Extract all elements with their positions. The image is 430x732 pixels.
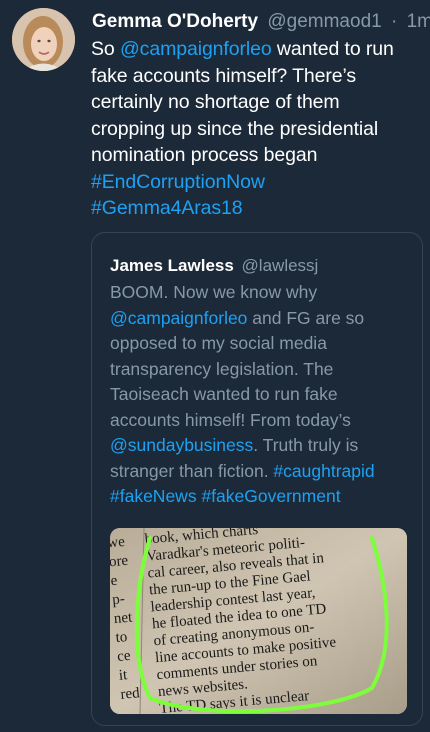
quote-text-line: transparency legislation. The [110, 357, 415, 383]
tweet-text-segment: cropping up since the presidential [91, 117, 379, 140]
quoted-tweet-header: James Lawless @lawlessj [110, 256, 318, 276]
tweet-text-line: cropping up since the presidential [91, 116, 421, 143]
quote-text-line: BOOM. Now we know why [110, 280, 415, 306]
tweet-text-line: nomination process began [91, 142, 421, 169]
quote-text-segment: opposed to my social media [110, 333, 327, 353]
newspaper-clipping-image[interactable]: we ore e p-net to ce it red book, which charts V… [110, 528, 407, 714]
quote-text-line: @sundaybusiness. Truth truly is [110, 433, 415, 459]
quote-text-segment: . Truth truly is [253, 435, 359, 455]
clipping-left-text: we [110, 534, 126, 551]
hashtag-link[interactable]: #Gemma4Aras18 [91, 197, 243, 219]
avatar[interactable] [12, 8, 75, 71]
tweet-text-segment: So [91, 38, 120, 60]
tweet-text-line: #EndCorruptionNow [91, 169, 421, 196]
quoted-user-handle[interactable]: @lawlessj [242, 256, 319, 275]
mention-link[interactable]: @sundaybusiness [110, 435, 253, 455]
clipping-left-text: ore [110, 553, 129, 571]
quote-text-line: @campaignforleo and FG are so [110, 306, 415, 332]
quote-text-line: #fakeNews #fakeGovernment [110, 484, 415, 510]
hashtag-link[interactable]: #fakeGovernment [201, 486, 340, 506]
hashtag-link[interactable]: #fakeNews [110, 486, 197, 506]
clipping-left-text: p- [112, 591, 126, 608]
clipping-left-text: ce [117, 648, 132, 665]
clipping-left-text: red [120, 685, 141, 703]
tweet-text-line: certainly no shortage of them [91, 89, 421, 116]
timestamp[interactable]: 1m [407, 11, 430, 32]
tweet-text-line: #Gemma4Aras18 [91, 195, 421, 222]
tweet-text-segment: fake accounts himself? There’s [91, 64, 357, 87]
clipping-left-text: net [113, 610, 133, 628]
quote-text-line: accounts himself! From today’s [110, 408, 415, 434]
hashtag-link[interactable]: #caughtrapid [273, 461, 374, 481]
quote-text-line: stranger than fiction. #caughtrapid [110, 459, 415, 485]
tweet-text-segment: certainly no shortage of them [91, 91, 340, 113]
tweet-text-segment: nomination process began [91, 144, 318, 166]
tweet-text: So @campaignforleo wanted to run fake acc… [91, 36, 421, 222]
quote-text-line: Taoiseach wanted to run fake [110, 382, 415, 408]
mention-link[interactable]: @campaignforleo [110, 308, 247, 328]
newspaper-clipping: weoreep-nettoceitred book, which chartsV… [110, 528, 407, 714]
tweet-text-line: So @campaignforleo wanted to run [91, 36, 421, 63]
tweet-text-segment: wanted to run [271, 38, 394, 60]
separator: · [390, 11, 398, 32]
quote-text-segment: and FG are so [247, 307, 365, 328]
hashtag-link[interactable]: #EndCorruptionNow [91, 171, 265, 193]
clipping-left-text: to [115, 629, 128, 646]
quoted-display-name[interactable]: James Lawless [110, 256, 234, 275]
tweet-header: Gemma O'Doherty @gemmaod1 · 1m [92, 11, 430, 33]
avatar-image [12, 8, 75, 71]
user-handle[interactable]: @gemmaod1 [267, 11, 381, 32]
tweet-text-line: fake accounts himself? There’s [91, 63, 421, 90]
display-name[interactable]: Gemma O'Doherty [92, 11, 258, 32]
quote-text-segment: BOOM. Now we know why [110, 282, 318, 302]
quote-text-segment: transparency legislation. The [110, 358, 334, 379]
quote-text-segment: Taoiseach wanted to run fake [110, 384, 338, 404]
quoted-tweet[interactable]: James Lawless @lawlessj BOOM. Now we kno… [91, 232, 423, 726]
quote-text-segment: stranger than fiction. [110, 460, 274, 481]
quoted-tweet-text: BOOM. Now we know why @campaignforleo and… [110, 280, 415, 510]
quote-text-segment: accounts himself! From today’s [110, 409, 351, 430]
mention-link[interactable]: @campaignforleo [120, 38, 272, 60]
tweet[interactable]: Gemma O'Doherty @gemmaod1 · 1m So @campa… [0, 0, 430, 732]
quote-text-line: opposed to my social media [110, 331, 415, 357]
